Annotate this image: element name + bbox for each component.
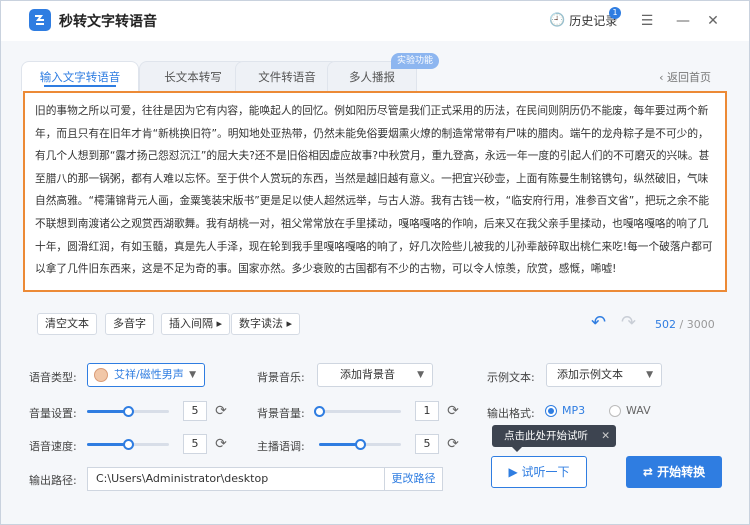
bgm-volume-input[interactable]: 1 [415, 401, 439, 421]
pitch-slider[interactable] [319, 439, 401, 450]
change-path-button[interactable]: 更改路径 [385, 467, 443, 491]
format-wav-label: WAV [626, 404, 651, 417]
app-window: 秒转文字转语音 🕘 历史记录 1 ☰ — ✕ 输入文字转语音 长文本转写 文件转… [0, 0, 750, 525]
char-count-current: 502 [655, 318, 676, 331]
start-convert-label: 开始转换 [657, 465, 706, 479]
bgm-volume-slider[interactable] [314, 406, 401, 417]
speed-reset-icon[interactable]: ⟳ [213, 436, 229, 452]
chevron-down-icon: ▼ [646, 370, 653, 380]
experimental-tag: 实验功能 [391, 53, 440, 69]
sample-text-value: 添加示例文本 [557, 368, 623, 381]
volume-slider[interactable] [87, 406, 169, 417]
format-wav-radio[interactable]: WAV [609, 404, 651, 417]
polyphone-button[interactable]: 多音字 [105, 313, 154, 335]
sample-text-select[interactable]: 添加示例文本 ▼ [546, 363, 662, 387]
pitch-slider-handle[interactable] [355, 439, 366, 450]
clock-icon: 🕘 [549, 13, 566, 28]
chevron-down-icon: ▼ [189, 370, 196, 380]
pitch-input[interactable]: 5 [415, 434, 439, 454]
back-home-link[interactable]: ‹ 返回首页 [659, 69, 711, 85]
radio-unselected-icon [609, 404, 621, 417]
preview-label: 试听一下 [521, 465, 570, 479]
history-button[interactable]: 🕘 历史记录 [549, 12, 617, 29]
chevron-left-icon: ‹ [659, 71, 667, 84]
char-counter: 502 / 3000 [655, 318, 715, 331]
app-title: 秒转文字转语音 [59, 14, 157, 30]
preview-tooltip: 点击此处开始试听 ✕ [492, 425, 616, 452]
format-mp3-label: MP3 [562, 404, 586, 417]
close-icon[interactable]: ✕ [703, 11, 723, 31]
tab-long-text[interactable]: 长文本转写 [139, 61, 247, 91]
voice-type-select[interactable]: 艾祥/磁性男声 ▼ [87, 363, 205, 387]
output-path-input[interactable]: C:\Users\Administrator\desktop [87, 467, 385, 491]
bgm-value: 添加背景音 [340, 368, 395, 381]
volume-reset-icon[interactable]: ⟳ [213, 403, 229, 419]
speed-input[interactable]: 5 [183, 434, 207, 454]
radio-selected-icon [545, 404, 557, 417]
bgm-select[interactable]: 添加背景音 ▼ [317, 363, 433, 387]
pitch-label: 主播语调: [257, 440, 305, 453]
char-count-max: 3000 [686, 318, 715, 331]
char-count-separator: / [676, 318, 687, 331]
minimize-icon[interactable]: — [673, 11, 693, 31]
speed-slider-handle[interactable] [123, 439, 134, 450]
digit-reading-button[interactable]: 数字读法 ▸ [231, 313, 301, 335]
text-input-area[interactable]: 旧的事物之所以可爱，往往是因为它有内容，能唤起人的回忆。例如阳历尽管是我们正式采… [23, 91, 727, 292]
volume-label: 音量设置: [29, 407, 77, 420]
editor-toolbar: 清空文本 多音字 插入间隔 ▸ 数字读法 ▸ ↶ ↷ 502 / 3000 [21, 309, 731, 339]
app-logo-icon [29, 9, 51, 31]
speed-slider-fill [87, 443, 128, 446]
bgm-volume-slider-handle[interactable] [314, 406, 325, 417]
volume-slider-handle[interactable] [123, 406, 134, 417]
voice-type-value: 艾祥/磁性男声 [114, 368, 184, 381]
volume-slider-fill [87, 410, 128, 413]
tab-bar: 输入文字转语音 长文本转写 文件转语音 多人播报 实验功能 ‹ 返回首页 [21, 53, 731, 91]
avatar [94, 368, 108, 382]
bgm-volume-label: 背景音量: [257, 407, 305, 420]
title-bar: 秒转文字转语音 🕘 历史记录 1 ☰ — ✕ [1, 1, 749, 41]
tab-file-to-speech[interactable]: 文件转语音 [235, 61, 339, 91]
voice-type-label: 语音类型: [29, 371, 77, 384]
speed-label: 语音速度: [29, 440, 77, 453]
pitch-slider-fill [319, 443, 360, 446]
output-path-label: 输出路径: [29, 474, 77, 487]
redo-icon[interactable]: ↷ [621, 314, 636, 332]
format-mp3-radio[interactable]: MP3 [545, 404, 585, 417]
volume-input[interactable]: 5 [183, 401, 207, 421]
preview-button[interactable]: ▶ 试听一下 [491, 456, 587, 488]
chevron-down-icon: ▼ [417, 370, 424, 380]
tab-text-to-speech[interactable]: 输入文字转语音 [21, 61, 139, 91]
menu-icon[interactable]: ☰ [637, 11, 657, 31]
back-home-label: 返回首页 [667, 71, 711, 84]
history-badge: 1 [609, 7, 621, 19]
tooltip-close-icon[interactable]: ✕ [601, 425, 610, 447]
insert-pause-button[interactable]: 插入间隔 ▸ [161, 313, 231, 335]
bgm-volume-reset-icon[interactable]: ⟳ [445, 403, 461, 419]
sample-text-label: 示例文本: [487, 371, 535, 384]
undo-icon[interactable]: ↶ [591, 314, 606, 332]
pitch-reset-icon[interactable]: ⟳ [445, 436, 461, 452]
format-label: 输出格式: [487, 407, 535, 420]
clear-text-button[interactable]: 清空文本 [37, 313, 97, 335]
tooltip-text: 点击此处开始试听 [504, 430, 588, 442]
start-convert-button[interactable]: ⇄ 开始转换 [626, 456, 722, 488]
speed-slider[interactable] [87, 439, 169, 450]
play-icon: ▶ [508, 465, 522, 479]
bgm-label: 背景音乐: [257, 371, 305, 384]
convert-icon: ⇄ [642, 465, 658, 479]
